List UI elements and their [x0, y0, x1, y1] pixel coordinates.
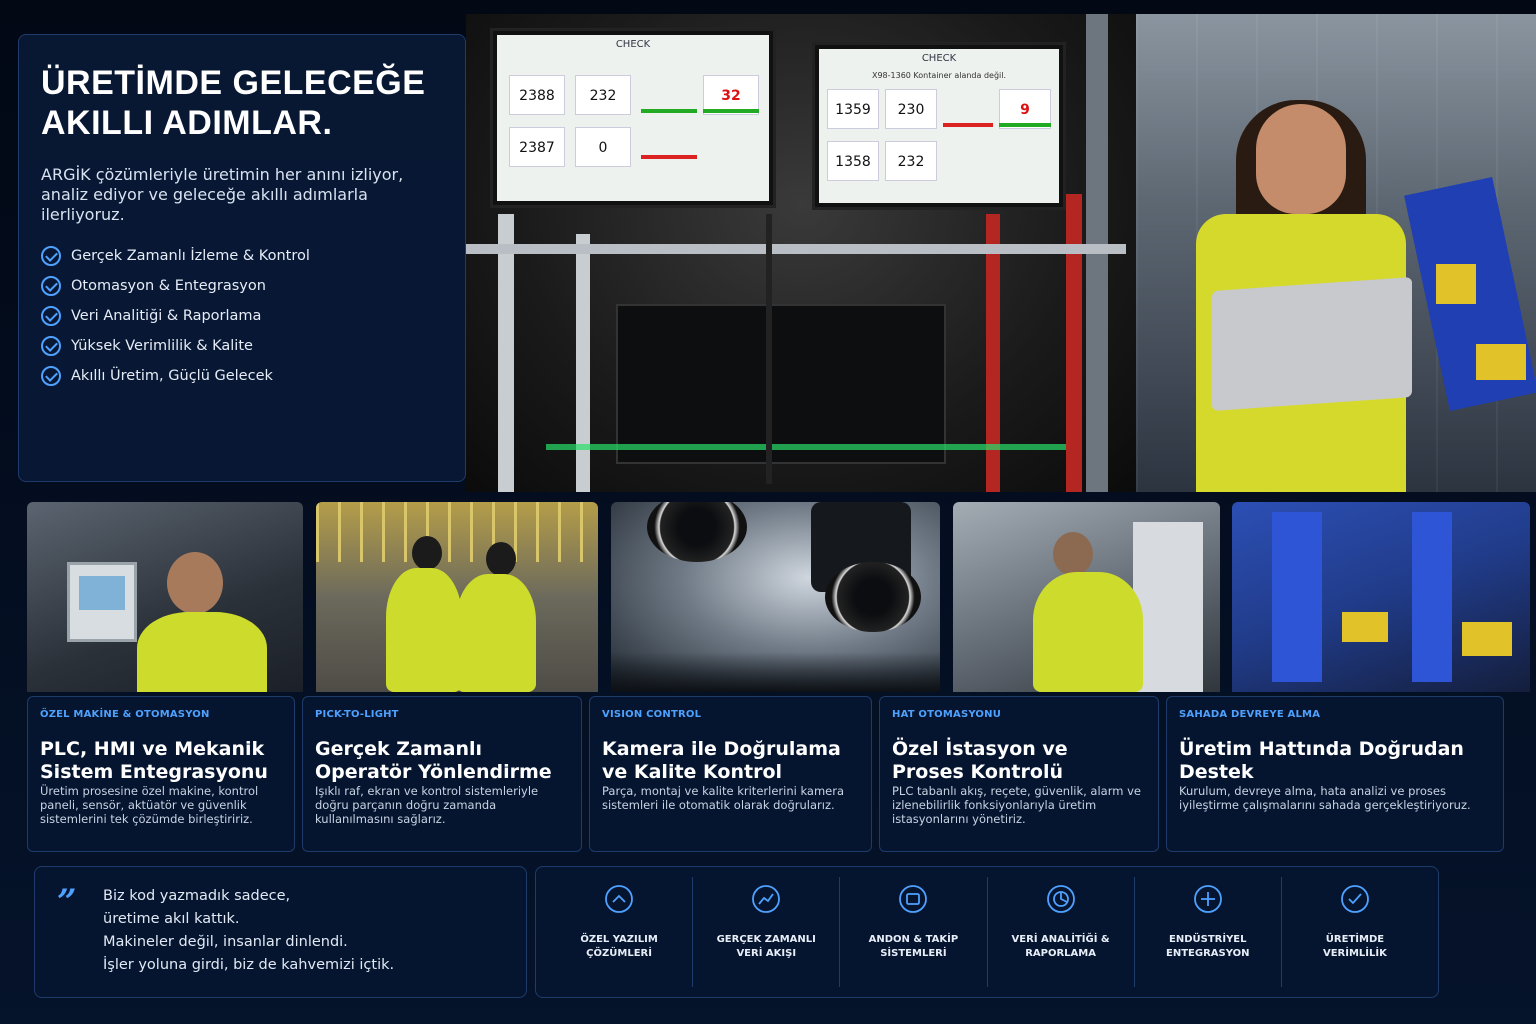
service-title: Üretim Hattında Doğrudan Destek	[1179, 738, 1464, 783]
feature-label: ÖZEL YAZILIM ÇÖZÜMLERİ	[580, 934, 658, 959]
photo-vision-cameras	[611, 502, 940, 692]
feature-label: ANDON & TAKİP SİSTEMLERİ	[868, 934, 959, 959]
quote-line: Makineler değil, insanlar dinlendi.	[103, 934, 348, 950]
quote-panel: ” Biz kod yazmadık sadece, üretime akıl …	[34, 866, 527, 998]
feature-data-analytics[interactable]: VERİ ANALİTİĞİ & RAPORLAMA	[988, 877, 1135, 987]
hero-photo: CHECK 2388 232 32 2387 0 CHECK X98-1360 …	[466, 14, 1536, 492]
engineer-illustration	[1166, 100, 1426, 492]
quote-line: İşler yoluna girdi, biz de kahvemizi içt…	[103, 957, 395, 973]
check-circle-icon	[41, 336, 61, 356]
service-card-line-automation[interactable]: HAT OTOMASYONU Özel İstasyon ve Proses K…	[879, 696, 1159, 852]
screen-circle-icon	[899, 885, 928, 913]
service-desc: Işıklı raf, ekran ve kontrol sistemleriy…	[315, 784, 539, 826]
monitor-left: CHECK 2388 232 32 2387 0	[490, 28, 776, 208]
service-tag: PICK-TO-LIGHT	[315, 709, 399, 720]
monitor-left-value-5: 0	[575, 127, 631, 167]
check-circle-icon	[41, 306, 61, 326]
hero-description: ARGİK çözümleriyle üretimin her anını iz…	[41, 165, 404, 224]
plus-circle-icon	[1193, 885, 1222, 913]
feature-checklist: Gerçek Zamanlı İzleme & Kontrol Otomasyo…	[41, 241, 443, 391]
intro-panel: ÜRETİMDE GELECEĞE AKILLI ADIMLAR. ARGİK …	[18, 34, 466, 482]
feature-productivity[interactable]: ÜRETİMDE VERİMLİLİK	[1282, 877, 1428, 987]
checklist-label: Otomasyon & Entegrasyon	[71, 278, 266, 294]
check-circle-icon	[41, 246, 61, 266]
checklist-label: Veri Analitiği & Raporlama	[71, 308, 262, 324]
quote-line: üretime akıl kattık.	[103, 911, 240, 927]
service-title: Özel İstasyon ve Proses Kontrolü	[892, 738, 1068, 783]
chevron-up-circle-icon	[605, 885, 633, 913]
service-card-pick-to-light[interactable]: PICK-TO-LIGHT Gerçek Zamanlı Operatör Yö…	[302, 696, 582, 852]
checklist-label: Yüksek Verimlilik & Kalite	[71, 338, 253, 354]
service-card-custom-machine[interactable]: ÖZEL MAKİNE & OTOMASYON PLC, HMI ve Meka…	[27, 696, 295, 852]
monitor-right-header: CHECK	[921, 53, 957, 64]
feature-label: ÜRETİMDE VERİMLİLİK	[1322, 934, 1387, 959]
monitor-right-value-1: 1359	[827, 89, 879, 129]
trend-circle-icon	[752, 885, 781, 913]
hero-title-line2: AKILLI ADIMLAR.	[41, 104, 333, 142]
photo-field-technician	[953, 502, 1220, 692]
service-desc: PLC tabanlı akış, reçete, güvenlik, alar…	[892, 784, 1141, 826]
service-desc: Kurulum, devreye alma, hata analizi ve p…	[1179, 784, 1471, 812]
checklist-item: Veri Analitiği & Raporlama	[41, 301, 443, 331]
checklist-label: Akıllı Üretim, Güçlü Gelecek	[71, 368, 273, 384]
service-tag: VISION CONTROL	[602, 709, 702, 720]
hero-title-line1: ÜRETİMDE GELECEĞE	[41, 64, 426, 102]
service-tag: HAT OTOMASYONU	[892, 709, 1002, 720]
checklist-item: Gerçek Zamanlı İzleme & Kontrol	[41, 241, 443, 271]
service-card-commissioning[interactable]: SAHADA DEVREYE ALMA Üretim Hattında Doğr…	[1166, 696, 1504, 852]
check-circle-icon	[41, 276, 61, 296]
monitor-left-header: CHECK	[615, 39, 651, 50]
feature-andon-tracking[interactable]: ANDON & TAKİP SİSTEMLERİ	[840, 877, 988, 987]
feature-realtime-data[interactable]: GERÇEK ZAMANLI VERİ AKIŞI	[693, 877, 841, 987]
feature-label: ENDÜSTRİYEL ENTEGRASYON	[1166, 934, 1250, 959]
page: CHECK 2388 232 32 2387 0 CHECK X98-1360 …	[0, 0, 1536, 1024]
monitor-left-value-1: 2388	[509, 75, 565, 115]
feature-label: GERÇEK ZAMANLI VERİ AKIŞI	[716, 934, 816, 959]
check-circle-icon	[1341, 885, 1369, 913]
service-tag: SAHADA DEVREYE ALMA	[1179, 709, 1321, 720]
checklist-label: Gerçek Zamanlı İzleme & Kontrol	[71, 248, 310, 264]
hero-title: ÜRETİMDE GELECEĞE AKILLI ADIMLAR.	[41, 63, 443, 143]
service-tag: ÖZEL MAKİNE & OTOMASYON	[40, 709, 210, 720]
checklist-item: Akıllı Üretim, Güçlü Gelecek	[41, 361, 443, 391]
photo-hmi-operator	[27, 502, 303, 692]
features-bar: ÖZEL YAZILIM ÇÖZÜMLERİ GERÇEK ZAMANLI VE…	[535, 866, 1439, 998]
quote-line: Biz kod yazmadık sadece,	[103, 888, 291, 904]
monitor-right-value-5: 232	[885, 141, 937, 181]
service-desc: Üretim prosesine özel makine, kontrol pa…	[40, 784, 259, 826]
monitor-left-value-2: 232	[575, 75, 631, 115]
monitor-right-value-4: 1358	[827, 141, 879, 181]
checklist-item: Yüksek Verimlilik & Kalite	[41, 331, 443, 361]
service-title: PLC, HMI ve Mekanik Sistem Entegrasyonu	[40, 738, 268, 783]
feature-industrial-integration[interactable]: ENDÜSTRİYEL ENTEGRASYON	[1135, 877, 1282, 987]
hero-scene-station: CHECK 2388 232 32 2387 0 CHECK X98-1360 …	[466, 14, 1136, 492]
service-card-vision-control[interactable]: VISION CONTROL Kamera ile Doğrulama ve K…	[589, 696, 872, 852]
monitor-right-message: X98-1360 Kontainer alanda değil.	[871, 71, 1007, 80]
service-title: Kamera ile Doğrulama ve Kalite Kontrol	[602, 738, 841, 783]
monitor-left-value-4: 2387	[509, 127, 565, 167]
check-circle-icon	[41, 366, 61, 386]
quote-mark-icon: ”	[57, 882, 77, 922]
feature-label: VERİ ANALİTİĞİ & RAPORLAMA	[1011, 934, 1110, 959]
photo-warehouse-team	[316, 502, 598, 692]
checklist-item: Otomasyon & Entegrasyon	[41, 271, 443, 301]
service-title: Gerçek Zamanlı Operatör Yönlendirme	[315, 738, 552, 783]
monitor-right: CHECK X98-1360 Kontainer alanda değil. 1…	[812, 42, 1066, 210]
monitor-right-value-2: 230	[885, 89, 937, 129]
service-desc: Parça, montaj ve kalite kriterlerini kam…	[602, 784, 845, 812]
pie-circle-icon	[1046, 885, 1075, 913]
feature-custom-software[interactable]: ÖZEL YAZILIM ÇÖZÜMLERİ	[546, 877, 694, 987]
photo-robotic-line	[1232, 502, 1530, 692]
